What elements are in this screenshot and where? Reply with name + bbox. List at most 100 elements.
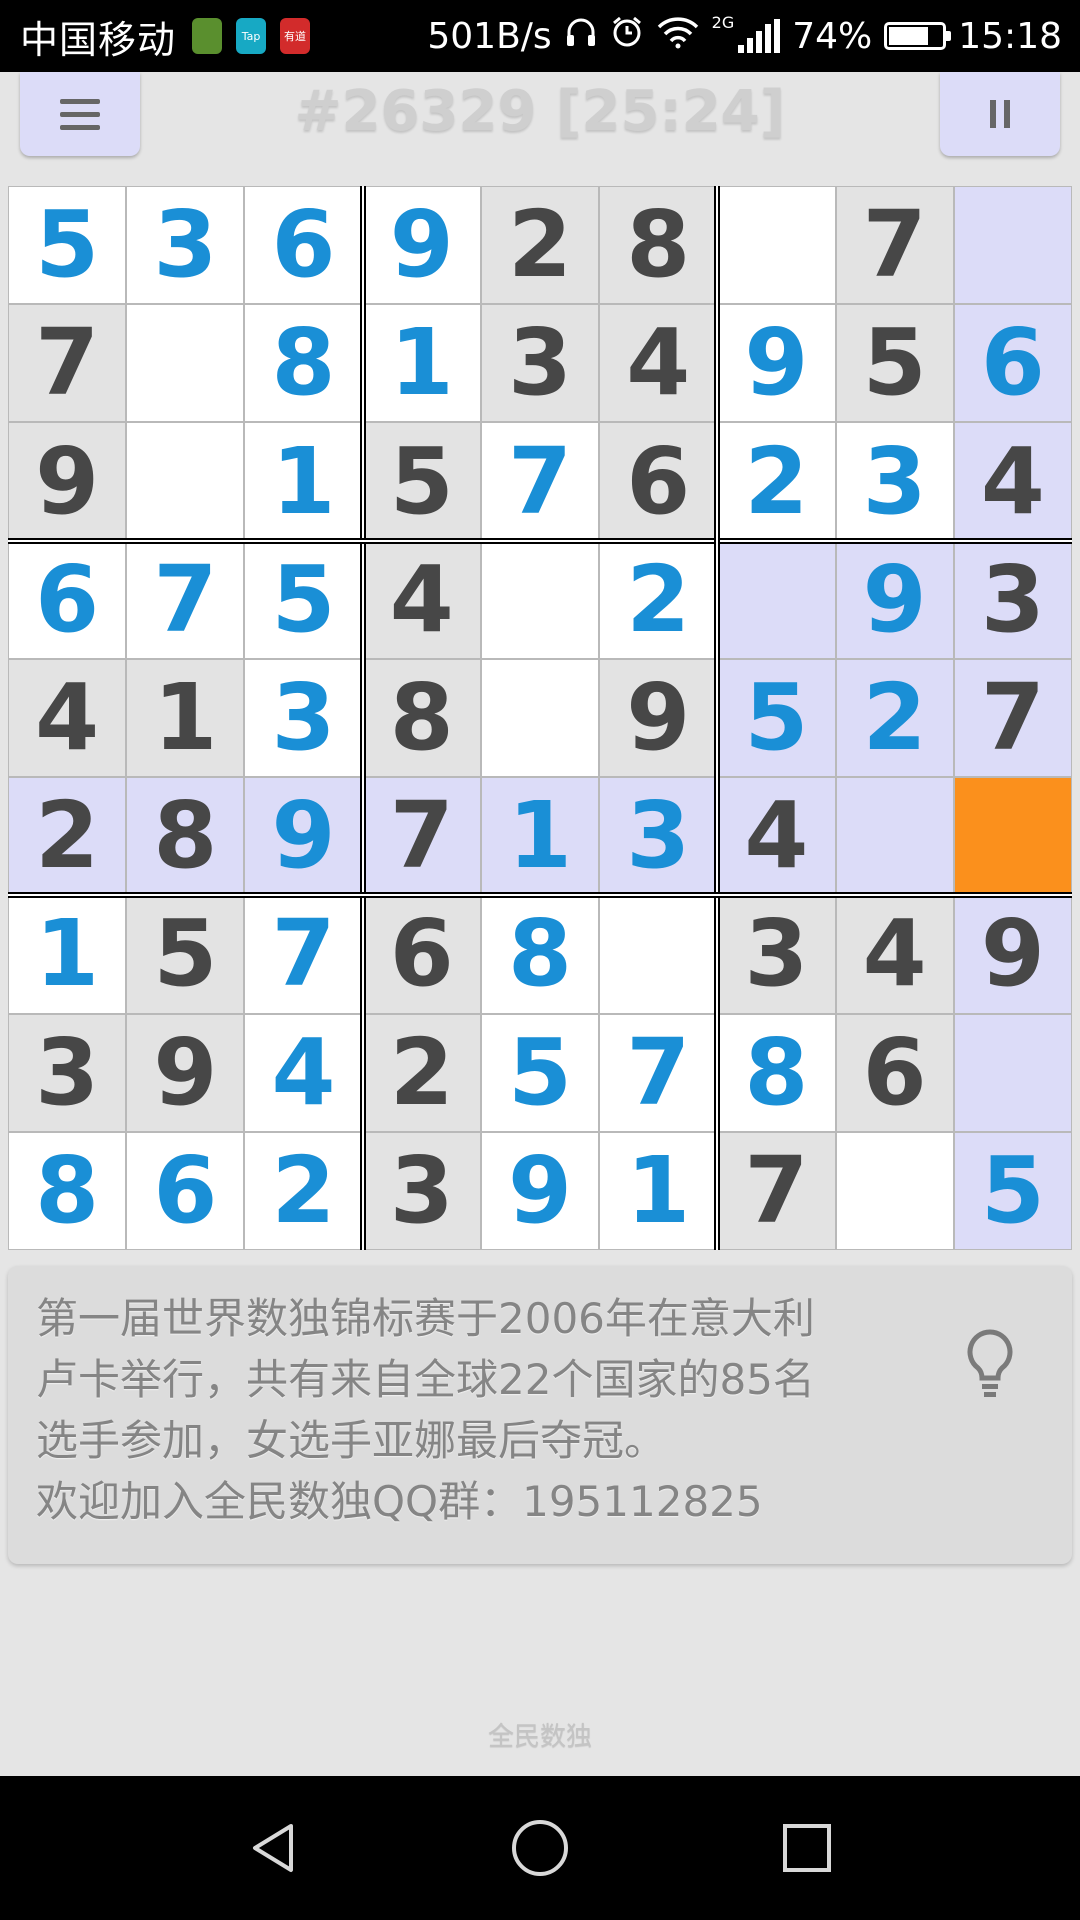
sudoku-cell[interactable]: 8	[480, 895, 600, 1014]
sudoku-cell[interactable]: 7	[362, 777, 481, 896]
sudoku-cell[interactable]	[126, 422, 245, 541]
status-bar: 中国移动 Tap 有道 501B/s 2G 74% 15:18	[0, 0, 1080, 72]
sudoku-cell[interactable]	[953, 186, 1072, 305]
sudoku-cell[interactable]: 4	[717, 777, 836, 896]
wifi-icon	[656, 15, 700, 58]
sudoku-cell[interactable]: 8	[244, 304, 363, 423]
sudoku-cell[interactable]: 5	[717, 658, 836, 778]
sudoku-cell[interactable]: 3	[599, 777, 718, 896]
tip-line: 卢卡举行，共有来自全球22个国家的85名	[36, 1355, 815, 1404]
sudoku-cell[interactable]: 6	[599, 422, 718, 541]
sudoku-cell[interactable]: 9	[717, 304, 836, 423]
sudoku-cell[interactable]: 4	[953, 422, 1072, 541]
sudoku-cell[interactable]: 2	[480, 186, 600, 305]
sudoku-cell[interactable]: 3	[362, 1131, 481, 1250]
signal-icon	[738, 19, 781, 53]
sudoku-cell[interactable]: 8	[717, 1013, 836, 1132]
sudoku-cell[interactable]	[599, 895, 718, 1014]
sudoku-cell[interactable]	[953, 777, 1072, 896]
sudoku-cell[interactable]: 8	[8, 1131, 127, 1250]
sudoku-cell[interactable]	[480, 658, 600, 778]
sudoku-cell[interactable]: 7	[126, 540, 245, 659]
sudoku-cell[interactable]: 1	[599, 1131, 718, 1250]
box-divider	[8, 537, 1072, 544]
sudoku-cell[interactable]	[480, 540, 600, 659]
sudoku-cell[interactable]	[717, 540, 836, 659]
sudoku-cell[interactable]: 5	[362, 422, 481, 541]
sudoku-cell[interactable]: 6	[953, 304, 1072, 423]
sudoku-cell[interactable]: 4	[244, 1013, 363, 1132]
back-icon[interactable]	[233, 1808, 313, 1888]
sudoku-cell[interactable]: 2	[244, 1131, 363, 1250]
battery-percent: 74%	[792, 15, 873, 57]
app-red-icon: 有道	[280, 18, 311, 54]
notification-icons: Tap 有道	[192, 18, 311, 54]
recents-icon[interactable]	[767, 1808, 847, 1888]
sudoku-cell[interactable]: 9	[244, 777, 363, 896]
sudoku-cell[interactable]: 5	[126, 895, 245, 1014]
pause-button[interactable]	[940, 72, 1060, 156]
net-speed: 501B/s	[427, 15, 552, 57]
sudoku-cell[interactable]: 9	[8, 422, 127, 541]
sudoku-cell[interactable]: 5	[835, 304, 954, 423]
sudoku-cell[interactable]	[835, 777, 954, 896]
sudoku-cell[interactable]: 5	[8, 186, 127, 305]
sudoku-cell[interactable]	[717, 186, 836, 305]
sudoku-cell[interactable]: 1	[126, 658, 245, 778]
sudoku-cell[interactable]: 2	[8, 777, 127, 896]
sudoku-cell[interactable]: 4	[599, 304, 718, 423]
sudoku-cell[interactable]: 5	[244, 540, 363, 659]
sudoku-cell[interactable]: 3	[835, 422, 954, 541]
sudoku-cell[interactable]: 7	[835, 186, 954, 305]
sudoku-cell[interactable]: 6	[835, 1013, 954, 1132]
sudoku-cell[interactable]: 7	[599, 1013, 718, 1132]
sudoku-cell[interactable]: 9	[953, 895, 1072, 1014]
home-icon[interactable]	[500, 1808, 580, 1888]
sudoku-cell[interactable]: 7	[717, 1131, 836, 1250]
sudoku-cell[interactable]: 3	[126, 186, 245, 305]
sudoku-cell[interactable]: 8	[599, 186, 718, 305]
sudoku-cell[interactable]: 2	[717, 422, 836, 541]
carrier-name: 中国移动	[20, 17, 177, 62]
sudoku-cell[interactable]: 1	[480, 777, 600, 896]
tip-card: 第一届世界数独锦标赛于2006年在意大利 卢卡举行，共有来自全球22个国家的85…	[8, 1266, 1072, 1564]
sudoku-cell[interactable]: 8	[362, 658, 481, 778]
sudoku-cell[interactable]: 4	[8, 658, 127, 778]
clock: 15:18	[958, 15, 1062, 57]
system-nav-bar	[0, 1776, 1080, 1920]
sudoku-cell[interactable]: 9	[126, 1013, 245, 1132]
pause-icon	[990, 100, 1010, 128]
sudoku-cell[interactable]: 7	[480, 422, 600, 541]
sudoku-cell[interactable]: 6	[362, 895, 481, 1014]
sudoku-cell[interactable]: 3	[244, 658, 363, 778]
sudoku-cell[interactable]: 8	[126, 777, 245, 896]
sudoku-cell[interactable]: 3	[953, 540, 1072, 659]
sudoku-cell[interactable]	[953, 1013, 1072, 1132]
sudoku-cell[interactable]: 5	[480, 1013, 600, 1132]
sudoku-cell[interactable]: 1	[8, 895, 127, 1014]
sudoku-cell[interactable]: 3	[8, 1013, 127, 1132]
sudoku-cell[interactable]: 6	[126, 1131, 245, 1250]
sudoku-cell[interactable]: 2	[835, 658, 954, 778]
sudoku-cell[interactable]	[126, 304, 245, 423]
sudoku-cell[interactable]: 2	[599, 540, 718, 659]
sudoku-cell[interactable]: 7	[244, 895, 363, 1014]
sudoku-cell[interactable]: 7	[953, 658, 1072, 778]
sudoku-cell[interactable]: 6	[244, 186, 363, 305]
lightbulb-icon[interactable]	[960, 1326, 1020, 1406]
sudoku-cell[interactable]: 5	[953, 1131, 1072, 1250]
sudoku-cell[interactable]: 1	[362, 304, 481, 423]
sudoku-cell[interactable]: 9	[362, 186, 481, 305]
sudoku-cell[interactable]: 3	[480, 304, 600, 423]
sudoku-cell[interactable]: 9	[599, 658, 718, 778]
sudoku-cell[interactable]	[835, 1131, 954, 1250]
sudoku-cell[interactable]: 9	[835, 540, 954, 659]
sudoku-cell[interactable]: 6	[8, 540, 127, 659]
sudoku-cell[interactable]: 4	[835, 895, 954, 1014]
sudoku-cell[interactable]: 3	[717, 895, 836, 1014]
sudoku-cell[interactable]: 4	[362, 540, 481, 659]
sudoku-cell[interactable]: 2	[362, 1013, 481, 1132]
sudoku-cell[interactable]: 1	[244, 422, 363, 541]
sudoku-cell[interactable]: 9	[480, 1131, 600, 1250]
sudoku-cell[interactable]: 7	[8, 304, 127, 423]
